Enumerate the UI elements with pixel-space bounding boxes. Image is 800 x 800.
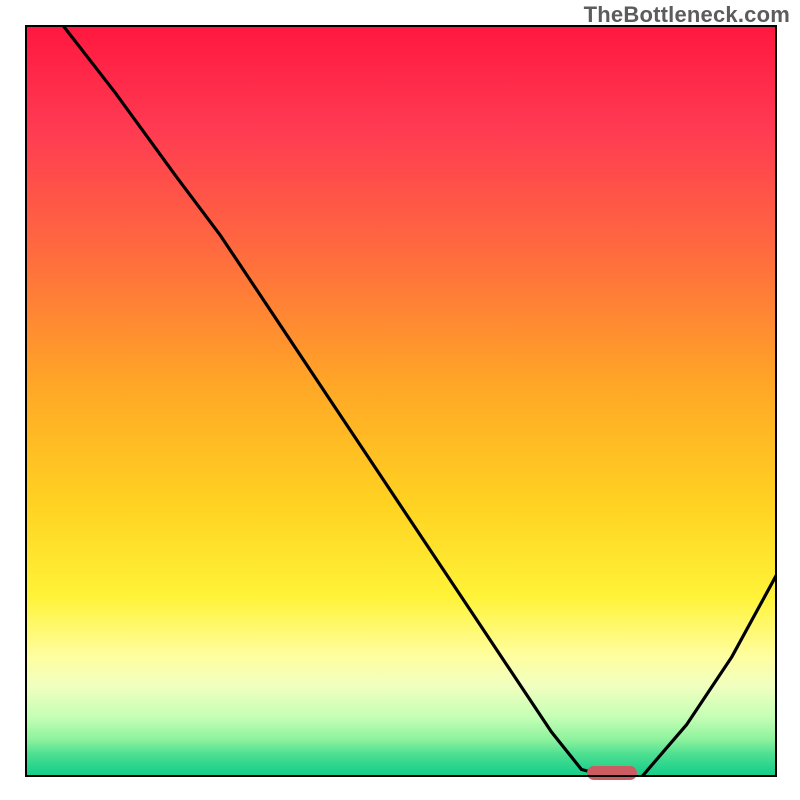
plot-area — [25, 25, 777, 777]
chart-container: TheBottleneck.com — [0, 0, 800, 800]
plot-frame — [25, 25, 777, 777]
